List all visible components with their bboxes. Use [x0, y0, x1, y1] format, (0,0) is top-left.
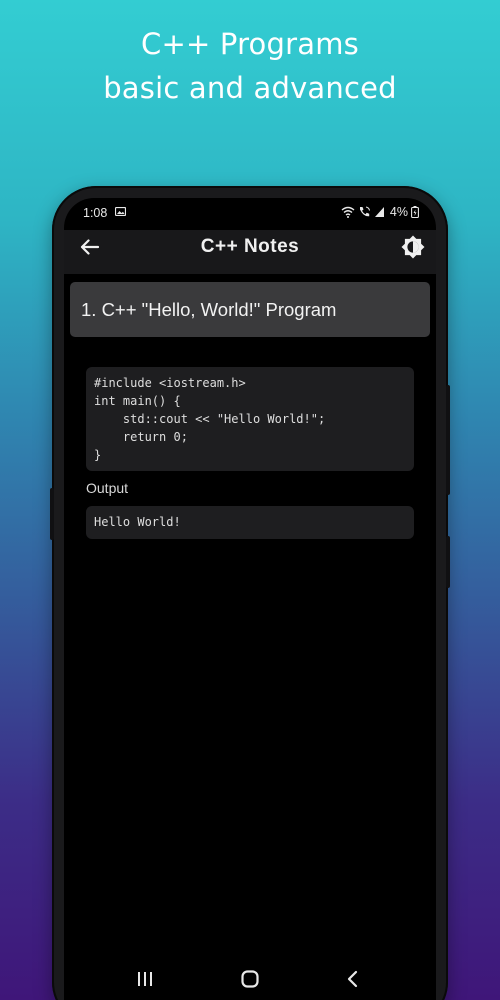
promo-subtitle: basic and advanced [103, 71, 397, 105]
arrow-left-icon[interactable] [76, 233, 104, 261]
back-icon[interactable] [341, 967, 365, 991]
app-bar: C++ Notes [64, 230, 436, 274]
phone-screen: 1:08 4% C++ Notes 1. C++ "Hello, World!"… [64, 198, 436, 1000]
status-bar: 1:08 4% [64, 198, 436, 230]
brightness-icon[interactable] [400, 234, 426, 260]
code-block: #include <iostream.h> int main() { std::… [86, 367, 414, 471]
status-icons: 4% [341, 205, 419, 219]
output-label: Output [86, 480, 129, 496]
program-title-card: 1. C++ "Hello, World!" Program [70, 282, 430, 337]
phone-power-button [446, 385, 450, 495]
promo-title: C++ Programs [141, 27, 359, 61]
promo-header: C++ Programs basic and advanced [0, 22, 500, 110]
page-title: C++ Notes [200, 236, 300, 257]
phone-side-button [446, 536, 450, 588]
wifi-icon [341, 206, 355, 218]
vowifi-call-icon [359, 206, 370, 217]
output-block: Hello World! [86, 506, 414, 539]
signal-icon [374, 207, 384, 217]
phone-volume-button [50, 488, 54, 540]
home-icon[interactable] [238, 967, 262, 991]
battery-percent: 4% [389, 205, 408, 219]
status-time: 1:08 [83, 206, 108, 220]
image-icon [115, 207, 126, 216]
navigation-bar [64, 962, 436, 996]
recents-icon[interactable] [133, 967, 157, 991]
battery-icon [411, 206, 419, 218]
